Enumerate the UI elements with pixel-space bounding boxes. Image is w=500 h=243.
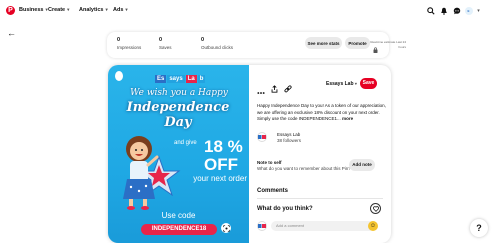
pin-promo-code: INDEPENDENCE18 [141,224,217,235]
share-icon[interactable] [271,80,278,98]
board-selector[interactable]: Essays Lab ▾ [326,81,357,87]
nav-create-menu[interactable]: Create ▾ [48,7,69,13]
saves-value: 0 [159,37,163,43]
brand-logo-part: b [197,75,206,83]
nav-business-label: Business [19,7,44,13]
pinterest-logo[interactable]: P [6,6,15,15]
emoji-icon[interactable]: ☺ [368,221,378,231]
help-button[interactable]: ? [470,219,488,237]
pin-and-give-text: and give [174,140,197,146]
brand-logo: Es says La b [155,75,206,83]
pin-headline: Independence Day [126,100,230,130]
more-link[interactable]: more [342,116,353,121]
brand-logo-part: La [185,75,197,83]
stat-impressions: 0 Impressions [117,37,141,50]
save-button[interactable]: Save [360,78,377,89]
what-do-you-think-heading: What do you think? [257,206,313,212]
outbound-label: Outbound clicks [201,45,234,50]
author-name: Essays Lab [277,132,301,137]
pin-off-text: OFF [204,155,238,174]
more-options-icon[interactable] [257,82,265,100]
pin-description: Happy Independence Day to you! As a toke… [257,103,389,123]
back-arrow-icon[interactable]: ← [7,28,16,38]
top-navigation-bar: P Business ▾ Create ▾ Analytics ▾ Ads ▾ … [0,0,500,22]
messages-icon[interactable] [452,6,461,15]
note-to-self: Note to self What do you want to remembe… [257,160,351,171]
board-name: Essays Lab [326,81,354,87]
note-question: What do you want to remember about this … [257,165,351,171]
heart-icon[interactable] [370,203,381,214]
chevron-down-icon: ▾ [67,7,70,12]
nav-analytics-menu[interactable]: Analytics ▾ [79,7,108,13]
pin-wish-text: We wish you a Happy [130,88,228,98]
chevron-down-icon: ▾ [125,7,128,12]
nav-ads-menu[interactable]: Ads ▾ [113,7,128,13]
nav-ads-label: Ads [113,7,124,13]
profile-avatar-label: E [464,6,473,15]
divider [257,198,383,199]
brand-logo-part: says [167,75,185,83]
author-avatar[interactable] [257,132,267,142]
author-followers: 38 followers [277,137,302,143]
author-info[interactable]: Essays Lab 38 followers [277,132,301,143]
promote-button[interactable]: Promote [345,37,370,49]
stat-saves: 0 Saves [159,37,172,50]
chevron-down-icon: ▾ [354,81,357,86]
outbound-value: 0 [201,37,205,43]
search-icon[interactable] [426,6,435,15]
pin-details-panel: Essays Lab ▾ Save Happy Independence Day… [249,65,391,243]
saves-label: Saves [159,45,172,50]
pin-percent-text: 18 % [204,137,243,156]
chevron-down-icon: ▾ [105,7,108,12]
note-title: Note to self [257,160,282,165]
lock-icon [373,40,378,58]
comment-input[interactable]: Add a comment [271,221,375,231]
impressions-label: Impressions [117,45,142,50]
see-more-stats-button[interactable]: See more stats [305,37,342,49]
pin-detail-card: Es says La b We wish you a Happy Indepen… [108,65,391,243]
nav-business-menu[interactable]: Business ▾ [19,7,48,13]
comments-heading[interactable]: Comments [257,188,288,194]
nav-create-label: Create [48,7,66,13]
impressions-value: 0 [117,37,121,43]
realtime-estimate-note: Real-time estimate Last 24 hours [370,40,406,49]
pin-image[interactable]: Es says La b We wish you a Happy Indepen… [108,65,249,243]
profile-avatar[interactable]: E [464,6,473,15]
visual-search-icon[interactable] [221,223,231,233]
brand-logo-part: Es [155,75,167,83]
account-chevron-down-icon[interactable]: ▾ [474,6,483,15]
pin-stats-bar: 0 Impressions 0 Saves 0 Outbound clicks … [107,32,406,58]
stat-outbound-clicks: 0 Outbound clicks [201,37,233,50]
nav-analytics-label: Analytics [79,7,104,13]
user-avatar [257,221,267,231]
pin-description-text: Happy Independence Day to you! As a toke… [257,103,386,121]
notifications-bell-icon[interactable] [439,6,448,15]
pin-your-next-order-text: your next order [193,174,247,183]
pin-indicator-icon [115,71,123,81]
add-note-button[interactable]: Add note [349,159,375,171]
link-icon[interactable] [284,80,292,98]
pin-use-code-text: Use code [161,211,196,220]
